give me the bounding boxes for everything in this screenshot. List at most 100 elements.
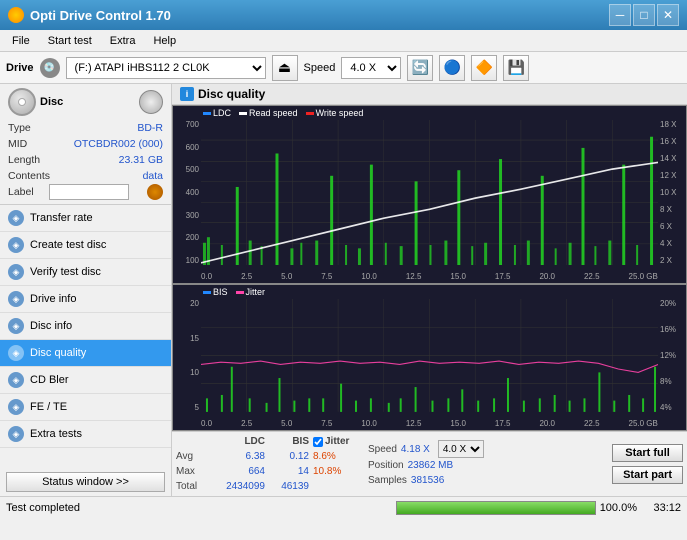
type-label: Type xyxy=(8,120,31,136)
transfer-rate-icon: ◈ xyxy=(8,210,24,226)
save-button[interactable]: 💾 xyxy=(503,55,529,81)
speed-stat-value: 4.18 X xyxy=(401,442,430,457)
window-controls: ─ □ ✕ xyxy=(609,4,679,26)
bis-header: BIS xyxy=(269,434,309,449)
write-speed-dot xyxy=(306,112,314,115)
disc-section-label: Disc xyxy=(40,96,63,108)
label-input[interactable] xyxy=(49,184,129,200)
disc-thumbnail xyxy=(139,90,163,114)
sidebar-item-disc-info[interactable]: ◈ Disc info xyxy=(0,313,171,340)
verify-test-disc-icon: ◈ xyxy=(8,264,24,280)
jitter-label: Jitter xyxy=(325,434,349,449)
status-text: Test completed xyxy=(6,502,392,514)
avg-jitter: 8.6% xyxy=(313,449,336,464)
legend-write-speed: Write speed xyxy=(306,108,364,118)
drive-select[interactable]: (F:) ATAPI iHBS112 2 CL0K xyxy=(66,57,266,79)
main-layout: Disc Type BD-R MID OTCBDR002 (000) Lengt… xyxy=(0,84,687,496)
sidebar-item-extra-tests[interactable]: ◈ Extra tests xyxy=(0,421,171,448)
disc-quality-icon: ◈ xyxy=(8,345,24,361)
title-bar: Opti Drive Control 1.70 ─ □ ✕ xyxy=(0,0,687,30)
legend-read-speed: Read speed xyxy=(239,108,298,118)
bis-y-axis-left: 20 15 10 5 xyxy=(173,299,201,412)
close-button[interactable]: ✕ xyxy=(657,4,679,26)
ldc-y-axis-right: 18 X 16 X 14 X 12 X 10 X 8 X 6 X 4 X 2 X xyxy=(658,120,686,265)
sidebar-item-verify-test-disc[interactable]: ◈ Verify test disc xyxy=(0,259,171,286)
label-icon xyxy=(147,184,163,200)
total-label: Total xyxy=(176,479,206,494)
settings-button2[interactable]: 🔶 xyxy=(471,55,497,81)
position-label: Position xyxy=(368,458,404,473)
max-label: Max xyxy=(176,464,206,479)
sidebar-item-create-test-disc[interactable]: ◈ Create test disc xyxy=(0,232,171,259)
ldc-y-axis-left: 700 600 500 400 300 200 100 xyxy=(173,120,201,265)
ldc-header: LDC xyxy=(210,434,265,449)
app-icon xyxy=(8,7,24,23)
start-part-button[interactable]: Start part xyxy=(612,466,683,484)
samples-label: Samples xyxy=(368,473,407,488)
sidebar-item-fe-te[interactable]: ◈ FE / TE xyxy=(0,394,171,421)
create-test-disc-icon: ◈ xyxy=(8,237,24,253)
legend-bis: BIS xyxy=(203,287,228,297)
content-area: i Disc quality LDC Read speed xyxy=(172,84,687,496)
bis-y-axis-right: 20% 16% 12% 8% 4% xyxy=(658,299,686,412)
length-value: 23.31 GB xyxy=(119,152,163,168)
sidebar-item-cd-bler[interactable]: ◈ CD Bler xyxy=(0,367,171,394)
bis-chart-inner xyxy=(201,299,658,412)
disc-info-icon: ◈ xyxy=(8,318,24,334)
avg-label: Avg xyxy=(176,449,206,464)
menu-extra[interactable]: Extra xyxy=(102,33,144,49)
start-full-button[interactable]: Start full xyxy=(612,444,683,462)
bis-dot xyxy=(203,291,211,294)
max-jitter: 10.8% xyxy=(313,464,341,479)
position-value: 23862 MB xyxy=(408,458,454,473)
bis-x-axis: 0.0 2.5 5.0 7.5 10.0 12.5 15.0 17.5 20.0… xyxy=(201,419,658,428)
avg-bis: 0.12 xyxy=(269,449,309,464)
status-window-button[interactable]: Status window >> xyxy=(6,472,165,492)
total-ldc: 2434099 xyxy=(210,479,265,494)
contents-label: Contents xyxy=(8,168,50,184)
progress-percent: 100.0% xyxy=(600,502,637,514)
settings-button1[interactable]: 🔵 xyxy=(439,55,465,81)
drive-bar: Drive 💿 (F:) ATAPI iHBS112 2 CL0K ⏏ Spee… xyxy=(0,52,687,84)
disc-info-section: Disc Type BD-R MID OTCBDR002 (000) Lengt… xyxy=(0,84,171,205)
menu-file[interactable]: File xyxy=(4,33,38,49)
sidebar-item-transfer-rate[interactable]: ◈ Transfer rate xyxy=(0,205,171,232)
max-bis: 14 xyxy=(269,464,309,479)
eject-button[interactable]: ⏏ xyxy=(272,55,298,81)
bis-chart-legend: BIS Jitter xyxy=(203,287,265,297)
avg-ldc: 6.38 xyxy=(210,449,265,464)
length-label: Length xyxy=(8,152,40,168)
stats-table: LDC BIS Jitter Avg 6.38 0.12 8.6% Max 66… xyxy=(176,434,356,494)
progress-bar xyxy=(396,501,596,515)
type-value: BD-R xyxy=(137,120,163,136)
jitter-checkbox[interactable] xyxy=(313,437,323,447)
label-label: Label xyxy=(8,184,34,200)
menu-help[interactable]: Help xyxy=(145,33,184,49)
position-row: Position 23862 MB xyxy=(368,458,608,473)
start-buttons: Start full Start part xyxy=(612,443,683,485)
legend-ldc: LDC xyxy=(203,108,231,118)
disc-quality-header: i Disc quality xyxy=(172,84,687,105)
ldc-chart-inner xyxy=(201,120,658,265)
sidebar-item-drive-info[interactable]: ◈ Drive info xyxy=(0,286,171,313)
sidebar-item-disc-quality[interactable]: ◈ Disc quality xyxy=(0,340,171,367)
speed-select[interactable]: 4.0 X xyxy=(341,57,401,79)
disc-quality-title: Disc quality xyxy=(198,87,265,101)
menu-start-test[interactable]: Start test xyxy=(40,33,100,49)
minimize-button[interactable]: ─ xyxy=(609,4,631,26)
ldc-x-axis: 0.0 2.5 5.0 7.5 10.0 12.5 15.0 17.5 20.0… xyxy=(201,272,658,281)
ldc-chart-svg xyxy=(201,120,658,265)
fe-te-icon: ◈ xyxy=(8,399,24,415)
samples-value: 381536 xyxy=(411,473,444,488)
sidebar: Disc Type BD-R MID OTCBDR002 (000) Lengt… xyxy=(0,84,172,496)
contents-value: data xyxy=(143,168,163,184)
refresh-button[interactable]: 🔄 xyxy=(407,55,433,81)
disc-quality-header-icon: i xyxy=(180,87,194,101)
ldc-chart: LDC Read speed Write speed 700 600 500 xyxy=(172,105,687,284)
jitter-dot xyxy=(236,291,244,294)
maximize-button[interactable]: □ xyxy=(633,4,655,26)
stats-header: LDC BIS Jitter xyxy=(176,434,356,449)
speed-stat-select[interactable]: 4.0 X xyxy=(438,440,484,458)
nav-items: ◈ Transfer rate ◈ Create test disc ◈ Ver… xyxy=(0,205,171,468)
extra-tests-icon: ◈ xyxy=(8,426,24,442)
